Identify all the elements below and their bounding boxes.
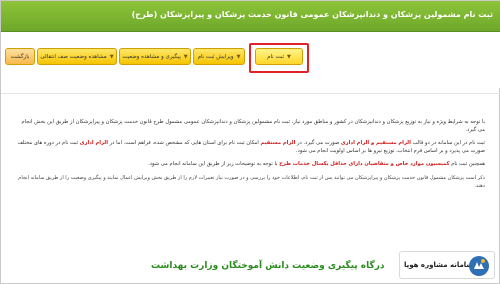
tab-transfer-queue-label: مشاهده وضعیت صف انتقالی: [40, 53, 107, 60]
header-bar: ثبت نام مشمولین پزشکان و دندانپزشکان عمو…: [1, 1, 500, 32]
text: ثبت نام در این سامانه در دو قالب: [412, 140, 485, 147]
overlay-heading: درگاه پیگیری وضعیت دانش آموختگان وزارت ب…: [151, 261, 385, 271]
paragraph-special-cases: همچنین ثبت نام کمیسیون موارد خاص و متقاض…: [15, 161, 485, 169]
text: همچنین ثبت نام: [451, 161, 485, 168]
watermark-logo: سامانه مشاوره هوپا: [399, 251, 495, 279]
chevron-down-icon: ▼: [109, 53, 114, 60]
chevron-down-icon: ▼: [183, 53, 188, 60]
text: صورت می گیرد. در: [297, 140, 340, 147]
emphasis: کمیسیون موارد خاص و متقاضیان دارای حداقل…: [279, 161, 450, 168]
tab-track-status-label: پیگیری و مشاهده وضعیت: [122, 53, 181, 60]
paragraph-intro: با توجه به شرایط ویژه و نیاز به توزیع پز…: [21, 119, 485, 133]
paragraph-registration-types: ثبت نام در این سامانه در دو قالب الزام م…: [15, 140, 485, 155]
text: امکان ثبت نام برای استان هایی که مشخص شد…: [109, 140, 259, 147]
watermark-label: سامانه مشاوره هوپا: [404, 261, 474, 269]
emphasis: الزام اداری: [79, 140, 109, 147]
tab-edit-registration-label: ویرایش ثبت نام: [197, 53, 234, 60]
page-title: ثبت نام مشمولین پزشکان و دندانپزشکان عمو…: [131, 10, 493, 19]
main-content: با توجه به شرایط ویژه و نیاز به توزیع پز…: [15, 119, 485, 196]
tab-transfer-queue-status[interactable]: ▼ مشاهده وضعیت صف انتقالی: [37, 48, 117, 65]
text: با توجه به توضیحات زیر از طریق این سامان…: [148, 161, 278, 168]
highlight-box: [249, 43, 309, 73]
divider: [1, 93, 500, 94]
hupa-logo-icon: [469, 256, 489, 276]
chevron-down-icon: ▼: [236, 53, 241, 60]
tab-bar: بازگشت ▼ مشاهده وضعیت صف انتقالی ▼ پیگیر…: [1, 32, 500, 88]
tab-track-status[interactable]: ▼ پیگیری و مشاهده وضعیت: [119, 48, 191, 65]
paragraph-notes: ذکر است پزشکان مشمول قانون خدمت پزشکان و…: [18, 174, 485, 189]
browser-frame: ثبت نام مشمولین پزشکان و دندانپزشکان عمو…: [0, 0, 500, 284]
tab-edit-registration[interactable]: ▼ ویرایش ثبت نام: [193, 48, 245, 65]
emphasis: الزام مستقیم و الزام اداری: [340, 140, 411, 147]
tab-back[interactable]: بازگشت: [5, 48, 35, 65]
emphasis: الزام مستقیم: [260, 140, 296, 147]
tab-back-label: بازگشت: [10, 53, 30, 60]
